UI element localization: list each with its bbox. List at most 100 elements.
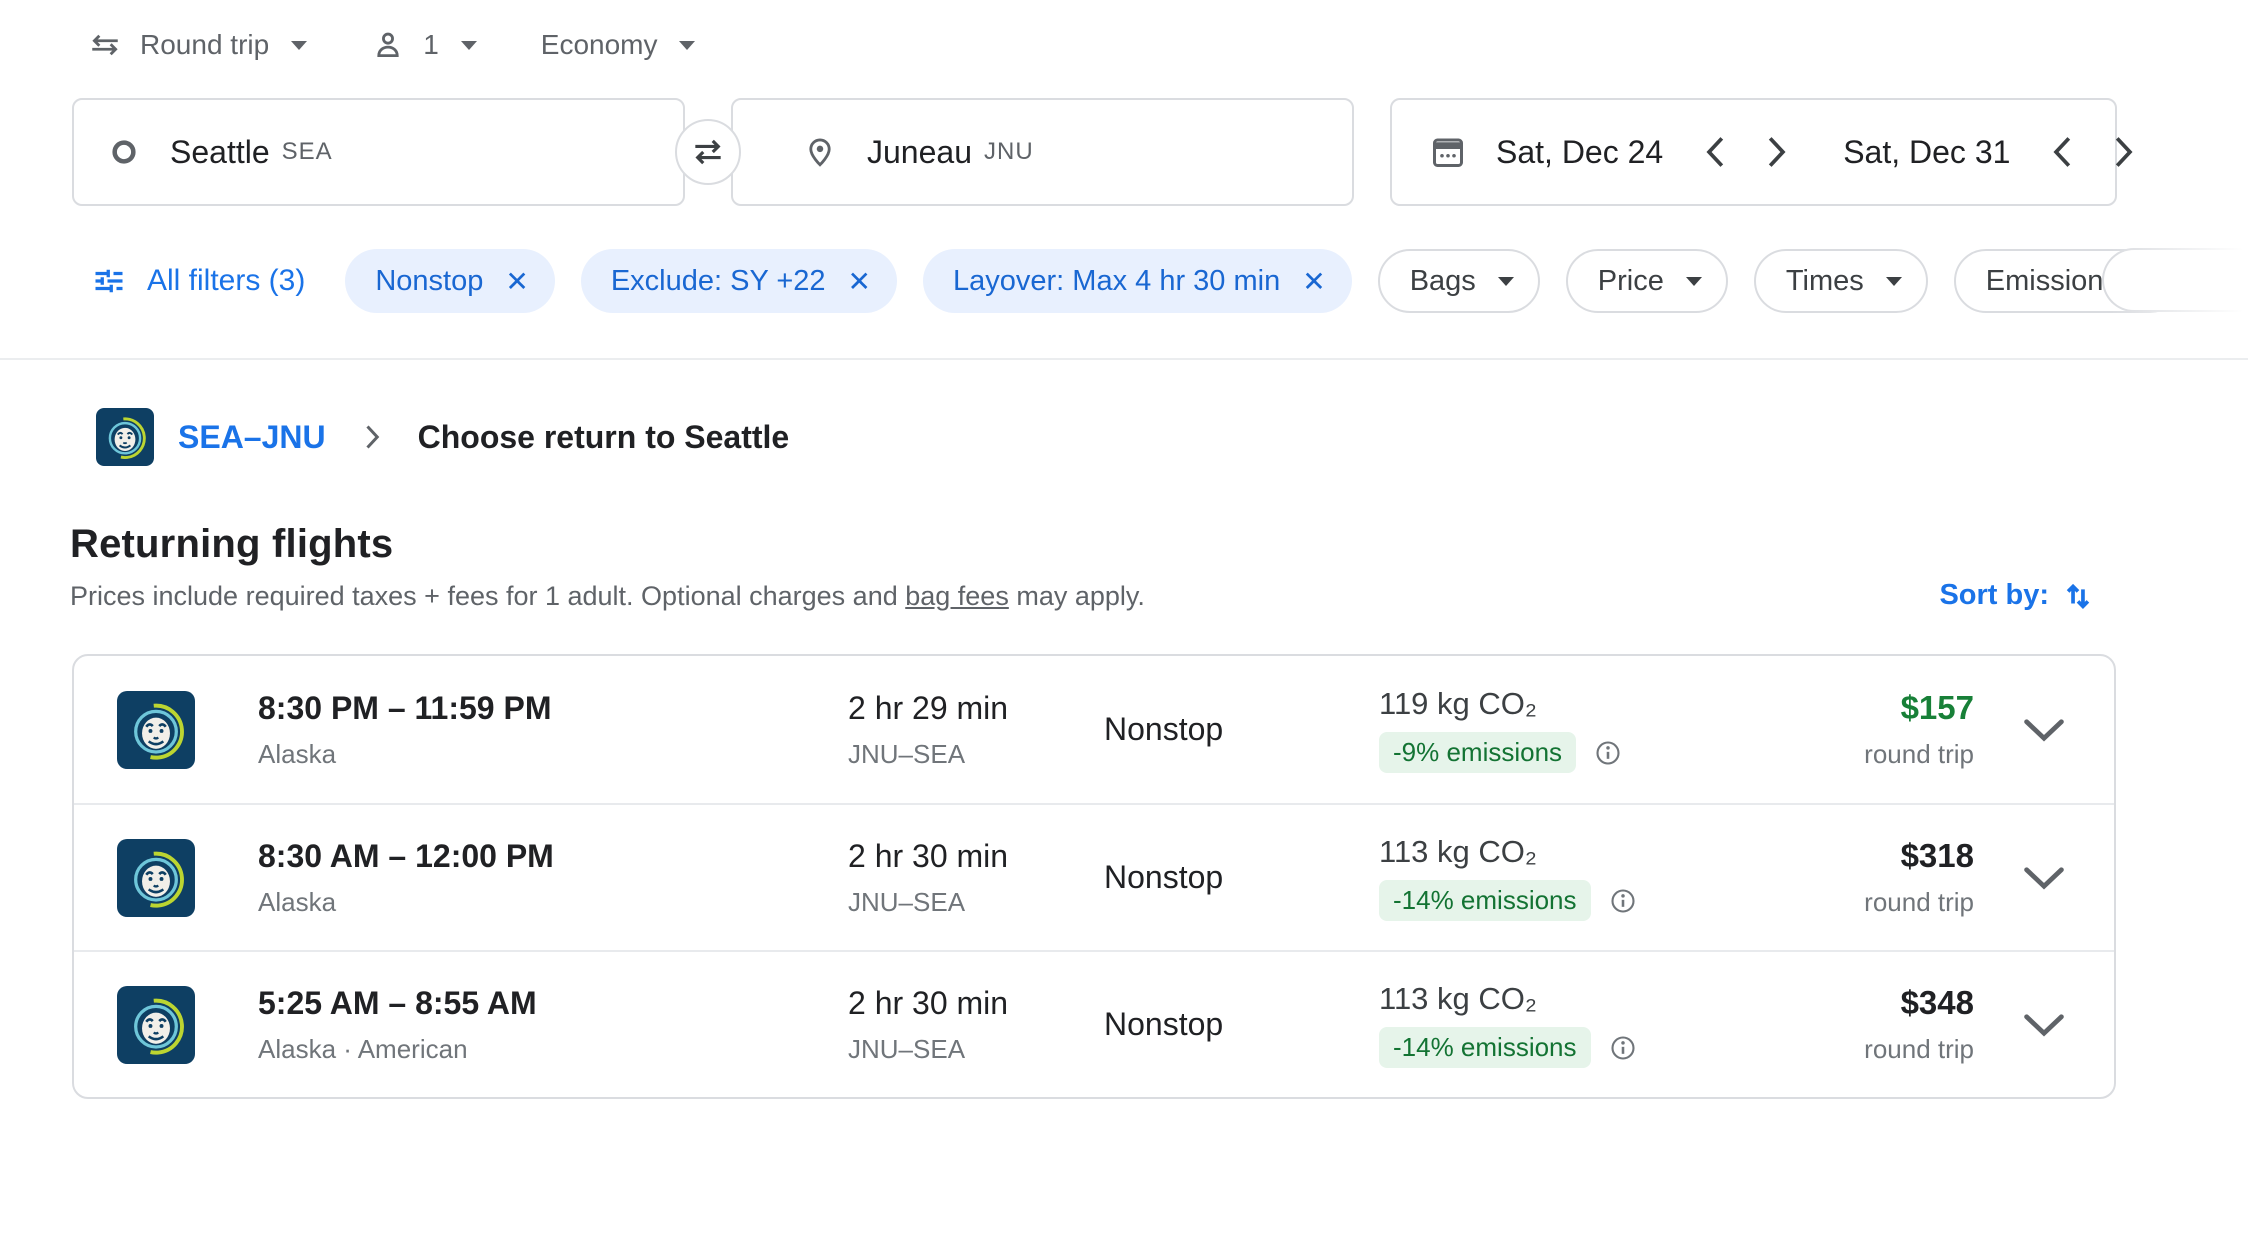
flight-route: JNU–SEA (848, 887, 1104, 918)
cabin-class-label: Economy (541, 29, 658, 61)
flight-row[interactable]: 5:25 AM – 8:55 AM Alaska · American 2 hr… (74, 950, 2114, 1097)
chevron-down-icon (1686, 277, 1702, 286)
origin-city: Seattle (170, 134, 270, 171)
alaska-airlines-logo (96, 408, 154, 466)
info-icon[interactable] (1609, 887, 1637, 915)
chevron-down-icon (679, 41, 695, 50)
return-date[interactable]: Sat, Dec 31 (1843, 134, 2010, 171)
dropdown-label: Emissions (1986, 265, 2118, 298)
breadcrumb-leg-link[interactable]: SEA–JNU (178, 419, 326, 456)
bags-filter-button[interactable]: Bags (1378, 249, 1540, 313)
close-icon[interactable]: ✕ (505, 265, 528, 298)
sort-by-label: Sort by: (1939, 579, 2049, 612)
trip-options-bar: Round trip 1 Economy (88, 28, 2248, 62)
breadcrumb-current: Choose return to Seattle (418, 419, 790, 456)
disclaimer-text: Prices include required taxes + fees for… (70, 581, 905, 611)
close-icon[interactable]: ✕ (1302, 265, 1325, 298)
all-filters-button[interactable]: All filters (3) (91, 263, 305, 299)
destination-code: JNU (984, 138, 1034, 166)
co2-amount: 113 kg CO₂ (1379, 981, 1779, 1017)
returning-flights-list: 8:30 PM – 11:59 PM Alaska 2 hr 29 min JN… (72, 654, 2116, 1099)
alaska-airlines-logo (117, 839, 195, 917)
passengers-selector[interactable]: 1 (371, 28, 477, 62)
trip-type-selector[interactable]: Round trip (88, 28, 307, 62)
filters-row: All filters (3) Nonstop ✕ Exclude: SY +2… (91, 248, 2248, 314)
dates-field: Sat, Dec 24 Sat, Dec 31 (1390, 98, 2117, 206)
all-filters-label: All filters (3) (147, 264, 305, 298)
flight-times: 5:25 AM – 8:55 AM (258, 985, 848, 1022)
filter-chip-layover[interactable]: Layover: Max 4 hr 30 min ✕ (923, 249, 1352, 313)
expand-flight-button[interactable] (1974, 865, 2114, 891)
flight-duration: 2 hr 29 min (848, 690, 1104, 727)
sort-by-button[interactable]: Sort by: (1939, 578, 2095, 612)
flight-price: $348 (1901, 984, 1974, 1022)
chip-row-fade (2111, 242, 2248, 322)
close-icon[interactable]: ✕ (848, 265, 871, 298)
cabin-class-selector[interactable]: Economy (541, 29, 696, 61)
location-pin-icon (803, 135, 837, 169)
destination-city: Juneau (867, 134, 972, 171)
price-disclaimer: Prices include required taxes + fees for… (70, 581, 1145, 612)
flight-duration: 2 hr 30 min (848, 838, 1104, 875)
chip-label: Nonstop (375, 265, 483, 298)
swap-gap (685, 98, 731, 206)
flight-row[interactable]: 8:30 PM – 11:59 PM Alaska 2 hr 29 min JN… (74, 656, 2114, 803)
flight-price: $157 (1901, 689, 1974, 727)
flight-route: JNU–SEA (848, 739, 1104, 770)
round-trip-arrows-icon (88, 28, 122, 62)
chevron-right-icon (362, 422, 382, 452)
info-icon[interactable] (1609, 1034, 1637, 1062)
info-icon[interactable] (1594, 739, 1622, 767)
swap-origin-destination-button[interactable] (675, 119, 741, 185)
expand-flight-button[interactable] (1974, 1012, 2114, 1038)
origin-code: SEA (282, 138, 333, 166)
alaska-airlines-logo (117, 986, 195, 1064)
times-filter-button[interactable]: Times (1754, 249, 1928, 313)
emissions-badge: -14% emissions (1379, 880, 1591, 921)
stops-label: Nonstop (1104, 1006, 1379, 1043)
departure-date-next-button[interactable] (1751, 126, 1803, 178)
emissions-badge: -14% emissions (1379, 1027, 1591, 1068)
co2-amount: 119 kg CO₂ (1379, 686, 1779, 722)
disclaimer-text: may apply. (1009, 581, 1145, 611)
calendar-icon (1430, 134, 1466, 170)
sort-arrows-icon (2061, 578, 2095, 612)
price-trip-type: round trip (1864, 739, 1974, 770)
trip-type-label: Round trip (140, 29, 269, 61)
filter-chip-nonstop[interactable]: Nonstop ✕ (345, 249, 554, 313)
stops-label: Nonstop (1104, 859, 1379, 896)
flight-route: JNU–SEA (848, 1034, 1104, 1065)
person-icon (371, 28, 405, 62)
dropdown-label: Times (1786, 265, 1864, 298)
section-divider (0, 358, 2248, 360)
flight-row[interactable]: 8:30 AM – 12:00 PM Alaska 2 hr 30 min JN… (74, 803, 2114, 950)
flight-times: 8:30 PM – 11:59 PM (258, 690, 848, 727)
stops-label: Nonstop (1104, 711, 1379, 748)
price-trip-type: round trip (1864, 1034, 1974, 1065)
tune-filters-icon (91, 263, 127, 299)
flight-search-row: Seattle SEA Juneau JNU Sat, (72, 98, 2248, 206)
departure-date[interactable]: Sat, Dec 24 (1496, 134, 1663, 171)
dropdown-label: Price (1598, 265, 1664, 298)
expand-flight-button[interactable] (1974, 717, 2114, 743)
co2-amount: 113 kg CO₂ (1379, 834, 1779, 870)
airline-names: Alaska (258, 887, 848, 918)
price-trip-type: round trip (1864, 887, 1974, 918)
chevron-down-icon (461, 41, 477, 50)
origin-field[interactable]: Seattle SEA (72, 98, 685, 206)
airline-names: Alaska · American (258, 1034, 848, 1065)
destination-field[interactable]: Juneau JNU (731, 98, 1354, 206)
passenger-count: 1 (423, 29, 439, 61)
chevron-down-icon (1886, 277, 1902, 286)
bag-fees-link[interactable]: bag fees (905, 581, 1009, 611)
airline-names: Alaska (258, 739, 848, 770)
page-title: Returning flights (70, 522, 1145, 567)
return-date-next-button[interactable] (2098, 126, 2150, 178)
alaska-airlines-logo (117, 691, 195, 769)
departure-date-previous-button[interactable] (1689, 126, 1741, 178)
filter-chip-exclude-airline[interactable]: Exclude: SY +22 ✕ (581, 249, 897, 313)
origin-circle-icon (108, 136, 140, 168)
price-filter-button[interactable]: Price (1566, 249, 1728, 313)
return-date-previous-button[interactable] (2036, 126, 2088, 178)
chevron-down-icon (1498, 277, 1514, 286)
